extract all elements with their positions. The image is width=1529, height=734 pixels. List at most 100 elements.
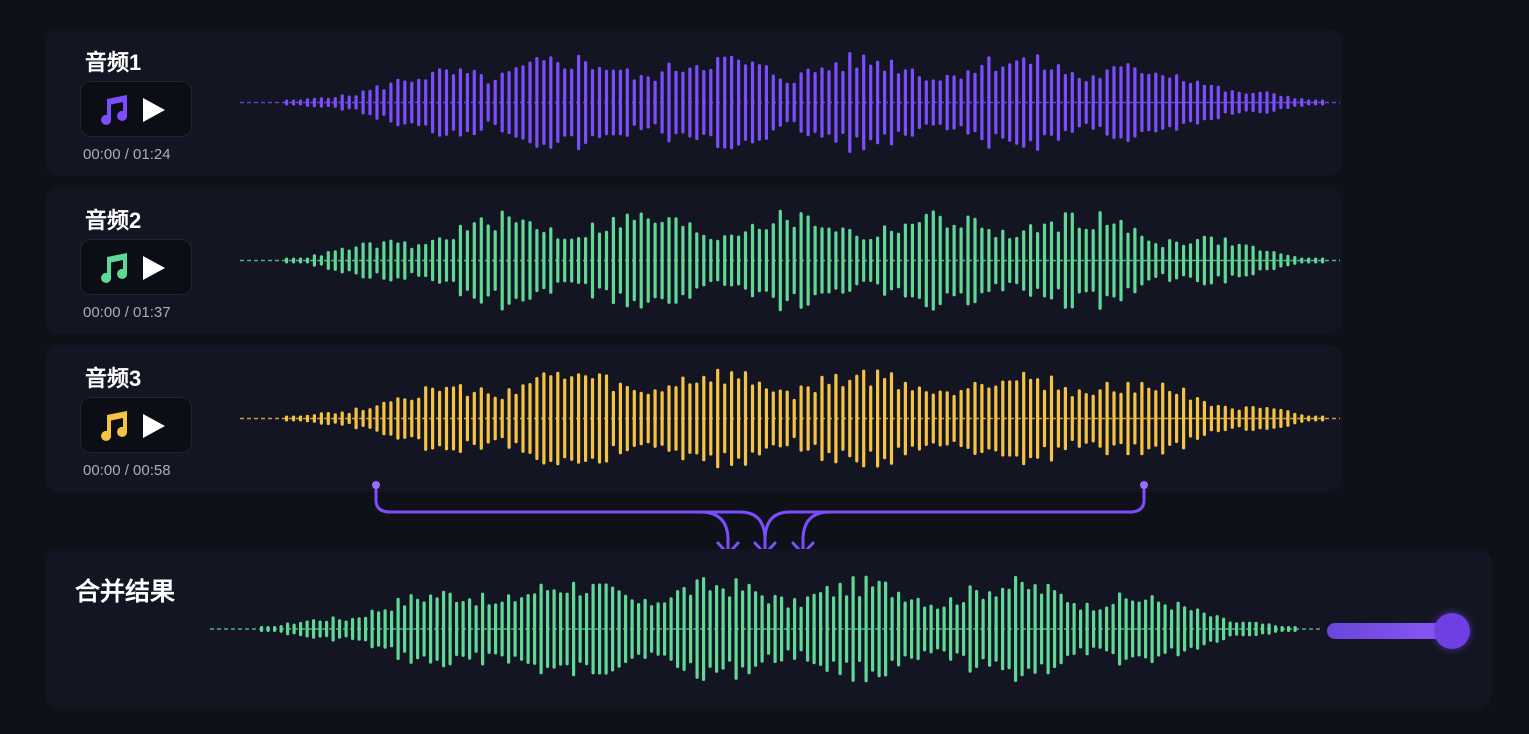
waveform-bar [1033, 584, 1037, 674]
audio-track-2: 音频2 00:00 / 01:37 [45, 187, 1342, 334]
waveform-bar [716, 239, 720, 282]
waveform-bar [528, 221, 532, 300]
waveform-bar [1223, 91, 1227, 114]
waveform-bar [945, 227, 949, 294]
waveform-bar [1265, 250, 1269, 271]
waveform-bar [1133, 227, 1137, 294]
waveform-bar [577, 54, 581, 151]
slider-knob[interactable] [1434, 613, 1470, 649]
waveform-bar [632, 389, 636, 447]
waveform-bar [1265, 91, 1269, 114]
play-button[interactable] [80, 81, 192, 137]
waveform-bar [1321, 415, 1325, 422]
waveform-bar [709, 381, 713, 456]
waveform-bar [526, 594, 530, 664]
waveform-bar [422, 601, 426, 657]
waveform-bar [813, 72, 817, 133]
waveform-bar [448, 592, 452, 666]
waveform-bar [1230, 245, 1234, 276]
waveform-bar [431, 239, 435, 282]
waveform-bar [368, 242, 372, 279]
waveform-bar [767, 603, 771, 655]
waveform-bar [806, 386, 810, 451]
waveform-bar [987, 387, 991, 450]
waveform-bar [1140, 381, 1144, 456]
waveform-bar [980, 383, 984, 454]
waveform-bar [813, 392, 817, 445]
waveform-bar [952, 224, 956, 297]
waveform-bar [1293, 412, 1297, 425]
waveform-bar [653, 80, 657, 125]
waveform-bar [730, 234, 734, 287]
waveform-bar [819, 592, 823, 666]
waveform-bar [1126, 232, 1130, 289]
play-button[interactable] [80, 397, 192, 453]
waveform-bar [1015, 60, 1019, 145]
waveform-bar [987, 56, 991, 149]
waveform-bar [1202, 612, 1206, 646]
waveform-bar [838, 582, 842, 676]
waveform-bar [1272, 408, 1276, 429]
waveform-bar [715, 585, 719, 673]
waveform-bar [916, 597, 920, 661]
waveform-bar [966, 388, 970, 449]
waveform-bar [458, 224, 462, 297]
play-button[interactable] [80, 239, 192, 295]
waveform-bar [1077, 227, 1081, 294]
waveform-bar [1286, 410, 1290, 427]
waveform-bar [968, 585, 972, 673]
waveform-bar [924, 391, 928, 446]
waveform-bar [741, 590, 745, 668]
waveform-bar [591, 583, 595, 675]
waveform-bar [500, 398, 504, 439]
waveform-bar [716, 368, 720, 469]
waveform-bar [333, 250, 337, 271]
waveform-bar [1124, 598, 1128, 660]
waveform-bar [417, 244, 421, 277]
track-time: 00:00 / 01:24 [83, 146, 171, 163]
waveform-bar [424, 243, 428, 278]
waveform-bar [429, 594, 433, 664]
waveform-bar [1209, 405, 1213, 432]
waveform-bar [1001, 229, 1005, 292]
waveform-bar [695, 232, 699, 289]
waveform-bar [1195, 238, 1200, 283]
waveform-bar [896, 389, 901, 448]
waveform-bar [1029, 378, 1033, 459]
waveform-bar [959, 78, 963, 127]
waveform-bar [354, 95, 358, 110]
waveform-bar [869, 238, 873, 282]
waveform-bar [1175, 241, 1179, 280]
waveform-bar [292, 415, 296, 422]
waveform-bar [1251, 92, 1255, 113]
waveform-bar [597, 66, 602, 139]
waveform-bar [1119, 66, 1123, 139]
waveform-bar [1008, 238, 1012, 283]
waveform-bar [1279, 253, 1283, 268]
waveform-bar [716, 56, 720, 149]
waveform-bar [1042, 389, 1047, 448]
waveform-bar [438, 68, 442, 137]
waveform-bar [1036, 378, 1040, 459]
waveform-bar [533, 593, 537, 665]
waveform-bar [465, 72, 469, 133]
waveform-bar [409, 594, 413, 664]
waveform-bar [1040, 593, 1044, 665]
waveform-bar [877, 580, 881, 678]
waveform-bar [563, 238, 567, 283]
waveform-bar [869, 64, 873, 141]
waveform-bar [750, 384, 755, 453]
waveform-bar [383, 609, 387, 649]
volume-slider[interactable] [1327, 611, 1470, 651]
track-time: 00:00 / 00:58 [83, 462, 171, 479]
waveform-bar [1182, 81, 1186, 124]
waveform-bar [514, 393, 518, 444]
waveform-bar [357, 617, 361, 641]
waveform-bar [611, 216, 615, 305]
waveform-bar [1286, 95, 1290, 110]
waveform [240, 52, 1340, 153]
waveform-bar [451, 239, 456, 282]
waveform-bar [1015, 380, 1019, 457]
waveform-bar [792, 82, 796, 123]
waveform-bar [975, 589, 979, 668]
